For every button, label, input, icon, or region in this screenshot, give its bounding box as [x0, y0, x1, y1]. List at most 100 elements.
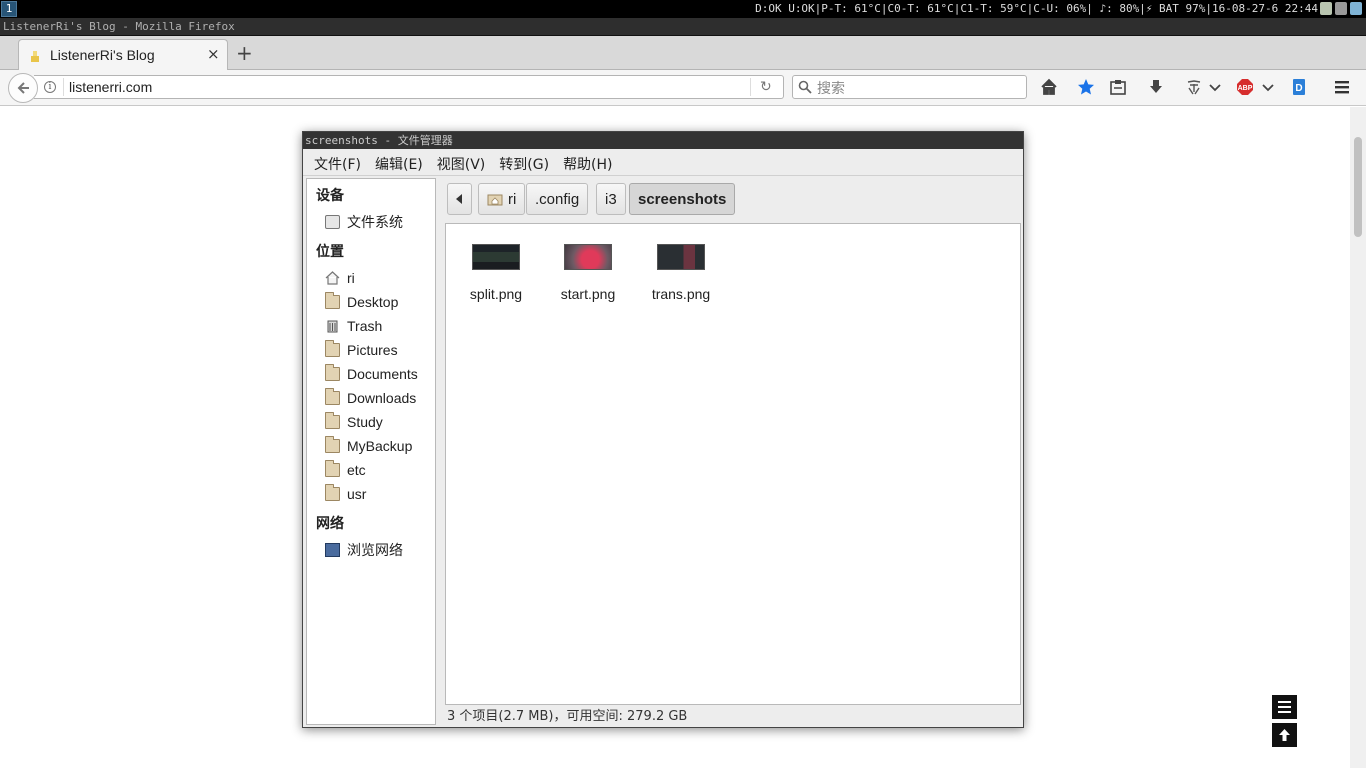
sidebar-item-documents[interactable]: Documents	[325, 363, 418, 385]
file-item-trans[interactable]: trans.png	[639, 244, 723, 302]
sidebar-item-ri[interactable]: ri	[325, 267, 355, 289]
site-info-icon[interactable]: i	[44, 81, 56, 93]
path-crumb-label: ri	[508, 190, 517, 208]
back-button[interactable]	[8, 73, 38, 103]
adblock-dropdown-icon[interactable]	[1261, 78, 1275, 96]
file-name: start.png	[560, 286, 616, 302]
tab-strip: ListenerRi's Blog ×	[0, 36, 1366, 71]
sidebar-item-label: etc	[347, 462, 366, 478]
sidebar-item-label: 浏览网络	[347, 542, 403, 558]
page-scrollbar[interactable]	[1350, 107, 1366, 768]
path-crumb-label: screenshots	[638, 190, 727, 208]
sidebar-item-label: Trash	[347, 318, 383, 334]
browser-window-title: ListenerRi's Blog - Mozilla Firefox	[0, 18, 1366, 36]
tray-network-icon[interactable]	[1320, 2, 1332, 15]
folder-icon	[325, 340, 340, 357]
sidebar-item-desktop[interactable]: Desktop	[325, 291, 398, 313]
svg-text:ABP: ABP	[1238, 85, 1253, 92]
folder-icon	[325, 364, 340, 381]
path-crumb-screenshots[interactable]: screenshots	[629, 183, 736, 215]
downloads-icon[interactable]	[1147, 78, 1165, 96]
sidebar-item-filesystem[interactable]: 文件系统	[325, 211, 403, 233]
hamburger-menu-icon[interactable]	[1333, 78, 1351, 96]
path-crumb-ri[interactable]: ri	[478, 183, 526, 215]
sidebar-item-trash[interactable]: Trash	[325, 315, 382, 337]
menu-view[interactable]: 视图(V)	[430, 150, 493, 175]
tray-keyboard-icon[interactable]	[1335, 2, 1347, 15]
svg-text:D: D	[1295, 83, 1302, 94]
arrow-up-icon	[1279, 729, 1290, 741]
folder-icon	[325, 484, 340, 501]
scroll-top-button[interactable]	[1272, 723, 1297, 747]
devices-heading: 设备	[316, 188, 344, 204]
image-thumbnail	[472, 244, 520, 270]
sidebar-item-label: Study	[347, 414, 383, 430]
reload-divider	[750, 78, 751, 96]
menu-icon	[1278, 701, 1291, 713]
file-manager-title: screenshots - 文件管理器	[303, 132, 1023, 149]
path-crumb-config[interactable]: .config	[526, 183, 589, 215]
home-icon[interactable]	[1040, 78, 1058, 96]
home-folder-icon	[487, 194, 503, 206]
search-bar[interactable]: 搜索	[792, 75, 1027, 99]
menu-edit[interactable]: 编辑(E)	[368, 150, 430, 175]
path-back-button[interactable]	[447, 183, 472, 215]
file-item-split[interactable]: split.png	[454, 244, 538, 302]
i3-status-bar: 1 D:OK U:OK|P-T: 61°C|C0-T: 61°C|C1-T: 5…	[0, 0, 1366, 18]
path-crumb-i3[interactable]: i3	[596, 183, 626, 215]
dictionary-extension-icon[interactable]: D	[1290, 78, 1308, 96]
sidebar-item-mybackup[interactable]: MyBackup	[325, 435, 412, 457]
folder-icon	[325, 460, 340, 477]
search-icon	[798, 80, 812, 94]
file-item-start[interactable]: start.png	[546, 244, 630, 302]
menu-go[interactable]: 转到(G)	[492, 150, 556, 175]
file-manager-window: screenshots - 文件管理器 文件(F) 编辑(E) 视图(V) 转到…	[302, 131, 1024, 728]
extension-dropdown-icon[interactable]	[1208, 78, 1222, 96]
menu-bar: 文件(F) 编辑(E) 视图(V) 转到(G) 帮助(H)	[303, 150, 1023, 176]
image-thumbnail	[564, 244, 612, 270]
workspace-button[interactable]: 1	[1, 1, 17, 17]
sidebar-item-label: usr	[347, 486, 367, 502]
tab-close-button[interactable]: ×	[207, 45, 220, 63]
sidebar-item-downloads[interactable]: Downloads	[325, 387, 416, 409]
bookmark-star-icon[interactable]	[1077, 78, 1095, 96]
sidebar-item-label: ri	[347, 270, 355, 286]
adblock-plus-icon[interactable]: ABP	[1236, 78, 1254, 96]
url-text[interactable]: listenerri.com	[69, 79, 152, 95]
folder-icon	[325, 412, 340, 429]
status-bar-text: 3 个项目(2.7 MB)，可用空间: 279.2 GB	[447, 709, 688, 724]
sidebar-item-label: Pictures	[347, 342, 398, 358]
sidebar-item-label: MyBackup	[347, 438, 413, 454]
page-scrollbar-thumb[interactable]	[1354, 137, 1362, 237]
path-bar: ri .config i3 screenshots	[440, 178, 1022, 220]
sidebar-item-study[interactable]: Study	[325, 411, 383, 433]
triangle-left-icon	[456, 194, 462, 204]
reload-icon[interactable]: ↻	[760, 79, 772, 95]
sidebar-item-pictures[interactable]: Pictures	[325, 339, 398, 361]
favicon-icon	[31, 51, 39, 62]
menu-help[interactable]: 帮助(H)	[556, 150, 619, 175]
new-tab-button[interactable]: +	[236, 41, 253, 65]
file-icon-view[interactable]: split.png start.png trans.png	[445, 223, 1021, 705]
path-crumb-label: i3	[605, 190, 617, 208]
image-thumbnail	[657, 244, 705, 270]
search-placeholder: 搜索	[817, 81, 845, 97]
tray-app-icon[interactable]	[1350, 2, 1362, 15]
tab-title: ListenerRi's Blog	[50, 47, 155, 63]
network-icon	[325, 543, 340, 557]
sidebar-item-usr[interactable]: usr	[325, 483, 366, 505]
sidebar-item-label: Documents	[347, 366, 418, 382]
sidebar-item-etc[interactable]: etc	[325, 459, 366, 481]
page-menu-button[interactable]	[1272, 695, 1297, 719]
tab-listenerri-blog[interactable]: ListenerRi's Blog ×	[18, 39, 228, 71]
sidebar-item-label: Desktop	[347, 294, 399, 310]
menu-file[interactable]: 文件(F)	[307, 150, 368, 175]
extension-icon[interactable]	[1185, 78, 1203, 96]
url-bar[interactable]: i listenerri.com ↻	[34, 75, 784, 99]
places-sidebar: 设备 文件系统 位置 ri Desktop Trash Pictures Doc…	[306, 178, 436, 725]
sidebar-item-browse-network[interactable]: 浏览网络	[325, 539, 403, 561]
bookmarks-menu-icon[interactable]	[1109, 78, 1127, 96]
trash-icon	[327, 320, 338, 333]
home-folder-icon	[325, 271, 340, 285]
sidebar-item-label: 文件系统	[347, 214, 403, 230]
